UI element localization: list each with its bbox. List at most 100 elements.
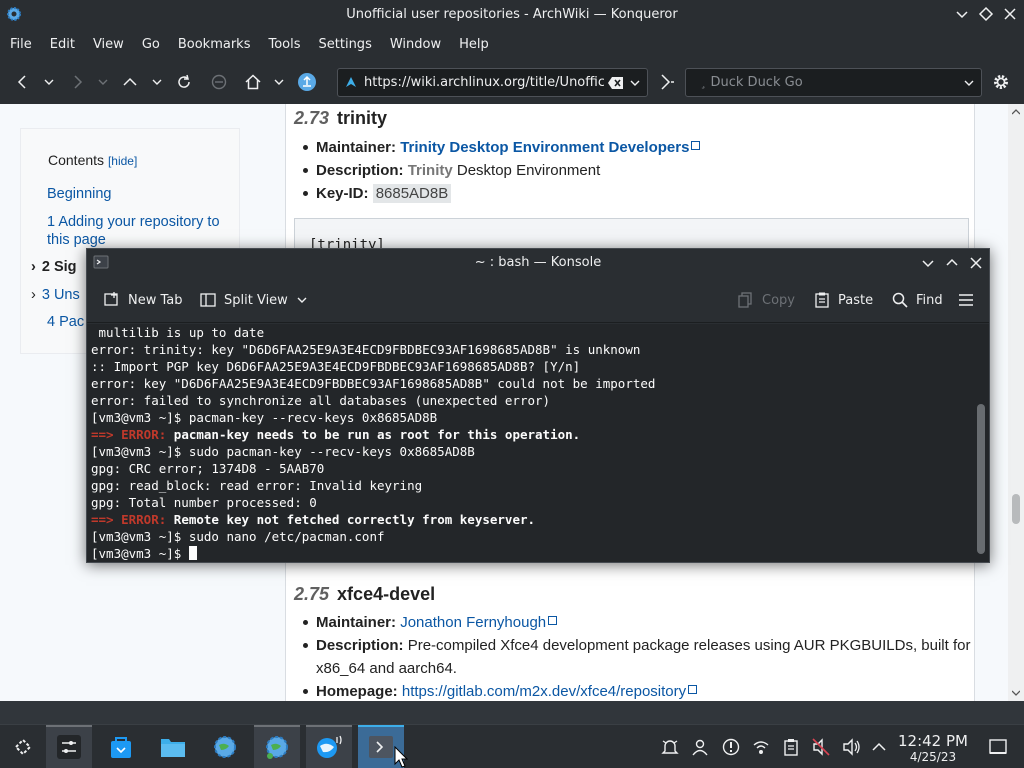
- clipboard-icon[interactable]: [781, 737, 801, 757]
- clock-time: 12:42 PM: [898, 732, 968, 750]
- url-text[interactable]: https://wiki.archlinux.org/title/Unoffic…: [364, 75, 604, 90]
- konsole-toolbar: New Tab Split View Copy Paste Find: [87, 277, 989, 323]
- konsole-window[interactable]: ~ : bash — Konsole New Tab Split View Co…: [86, 248, 990, 563]
- network-icon[interactable]: [751, 737, 771, 757]
- terminal-prompt-line[interactable]: [vm3@vm3 ~]$: [91, 545, 969, 562]
- maintainer-link[interactable]: Jonathon Fernyhough: [400, 614, 546, 631]
- menu-window[interactable]: Window: [381, 37, 450, 52]
- toc-item-unsigned[interactable]: › 3 Uns: [31, 286, 80, 304]
- menu-file[interactable]: File: [0, 37, 41, 52]
- mouse-cursor-icon: [394, 746, 408, 768]
- maintainer-link[interactable]: Trinity Desktop Environment Developers: [400, 139, 689, 156]
- up-history-button[interactable]: [146, 71, 168, 93]
- close-icon[interactable]: [1000, 4, 1020, 24]
- chevron-down-icon[interactable]: [629, 77, 641, 89]
- chevron-down-icon: [152, 79, 162, 85]
- task-konqueror[interactable]: [202, 725, 248, 768]
- search-bar[interactable]: ¸ Duck Duck Go: [685, 68, 982, 97]
- menu-go[interactable]: Go: [133, 37, 169, 52]
- globe-gear-icon: [266, 736, 288, 759]
- user-icon[interactable]: [690, 737, 710, 757]
- back-history-button[interactable]: [38, 71, 60, 93]
- stop-button[interactable]: [208, 71, 230, 93]
- reload-button[interactable]: [173, 71, 195, 93]
- split-view-button[interactable]: Split View: [199, 290, 308, 310]
- chevron-down-icon: [297, 297, 307, 303]
- find-button[interactable]: Find: [891, 290, 943, 310]
- up-button[interactable]: [119, 71, 141, 93]
- gear-icon: [994, 75, 1008, 89]
- section-heading-trinity: 2.73 trinity: [294, 108, 388, 128]
- volume-muted-icon[interactable]: [811, 737, 831, 757]
- konsole-titlebar[interactable]: ~ : bash — Konsole: [87, 249, 989, 277]
- chevron-up-icon[interactable]: [869, 737, 889, 757]
- upload-button[interactable]: [296, 71, 318, 93]
- task-system-settings[interactable]: [46, 725, 92, 768]
- paste-button[interactable]: Paste: [813, 290, 873, 310]
- task-discover[interactable]: [98, 725, 144, 768]
- clear-url-icon[interactable]: [608, 76, 624, 90]
- menu-view[interactable]: View: [84, 37, 133, 52]
- maximize-icon[interactable]: [976, 4, 996, 24]
- settings-sliders-icon: [57, 735, 81, 759]
- expand-icon[interactable]: ›: [31, 259, 36, 275]
- settings-button[interactable]: [990, 71, 1012, 93]
- chevron-down-icon[interactable]: [963, 77, 975, 89]
- toc-item-pacman[interactable]: 4 Pac: [47, 313, 84, 331]
- minimize-icon[interactable]: [952, 4, 972, 24]
- window-titlebar: Unofficial user repositories - ArchWiki …: [0, 0, 1024, 28]
- window-title: Unofficial user repositories - ArchWiki …: [346, 6, 678, 22]
- new-tab-button[interactable]: New Tab: [103, 290, 183, 310]
- forward-history-button[interactable]: [92, 71, 114, 93]
- menu-edit[interactable]: Edit: [41, 37, 84, 52]
- minimize-icon[interactable]: [919, 254, 937, 272]
- scrollbar-thumb[interactable]: [977, 404, 985, 554]
- toc-title: Contents [hide]: [48, 152, 138, 168]
- menu-settings[interactable]: Settings: [310, 37, 381, 52]
- back-button[interactable]: [12, 71, 34, 93]
- notifications-icon[interactable]: [660, 737, 680, 757]
- menubar: File Edit View Go Bookmarks Tools Settin…: [0, 28, 1024, 60]
- scroll-up-icon[interactable]: [1012, 108, 1020, 116]
- menu-tools[interactable]: Tools: [259, 37, 309, 52]
- toc-item-signed[interactable]: › 2 Sig: [31, 258, 77, 276]
- homepage-link[interactable]: https://gitlab.com/m2x.dev/xfce4/reposit…: [402, 683, 686, 700]
- task-browser-audio[interactable]: [306, 725, 352, 768]
- toc-item-beginning[interactable]: Beginning: [47, 185, 112, 203]
- terminal-line: gpg: read_block: read error: Invalid key…: [91, 478, 423, 493]
- maximize-icon[interactable]: [943, 254, 961, 272]
- terminal-output[interactable]: multilib is up to date error: trinity: k…: [87, 324, 973, 562]
- terminal-scrollbar[interactable]: [973, 324, 989, 562]
- task-indicator: [358, 725, 404, 727]
- volume-icon[interactable]: [841, 737, 861, 757]
- update-shield-icon[interactable]: [721, 737, 741, 757]
- trinity-details: Maintainer: Trinity Desktop Environment …: [294, 136, 701, 205]
- home-button[interactable]: [242, 71, 264, 93]
- digital-clock[interactable]: 12:42 PM 4/25/23: [896, 732, 970, 764]
- expand-icon[interactable]: ›: [31, 287, 36, 303]
- go-button[interactable]: [656, 71, 678, 93]
- page-scrollbar[interactable]: [1008, 104, 1024, 701]
- task-konqueror-active[interactable]: [254, 725, 300, 768]
- list-item: Maintainer: Trinity Desktop Environment …: [294, 136, 701, 159]
- copy-button[interactable]: Copy: [737, 290, 795, 310]
- forward-button[interactable]: [66, 71, 88, 93]
- application-launcher[interactable]: [0, 725, 46, 768]
- home-menu-button[interactable]: [268, 71, 290, 93]
- terminal-line: ==> ERROR: pacman-key needs to be run as…: [91, 427, 581, 442]
- menu-help[interactable]: Help: [450, 37, 498, 52]
- hamburger-menu-button[interactable]: [957, 290, 982, 310]
- search-engine-placeholder[interactable]: ¸ Duck Duck Go: [700, 75, 803, 90]
- toc-item-adding-repository[interactable]: 1 Adding your repository to this page: [47, 213, 227, 249]
- show-desktop-icon[interactable]: [988, 737, 1008, 757]
- terminal-line: [vm3@vm3 ~]$ sudo nano /etc/pacman.conf: [91, 529, 385, 544]
- menu-bookmarks[interactable]: Bookmarks: [169, 37, 260, 52]
- close-icon[interactable]: [967, 254, 985, 272]
- task-indicator: [254, 725, 300, 727]
- toc-hide-link[interactable]: [hide]: [108, 154, 137, 168]
- scrollbar-thumb[interactable]: [1012, 494, 1020, 524]
- location-bar[interactable]: https://wiki.archlinux.org/title/Unoffic…: [337, 68, 648, 97]
- scroll-down-icon[interactable]: [1012, 689, 1020, 697]
- task-file-manager[interactable]: [150, 725, 196, 768]
- shopping-bag-icon: [111, 737, 131, 758]
